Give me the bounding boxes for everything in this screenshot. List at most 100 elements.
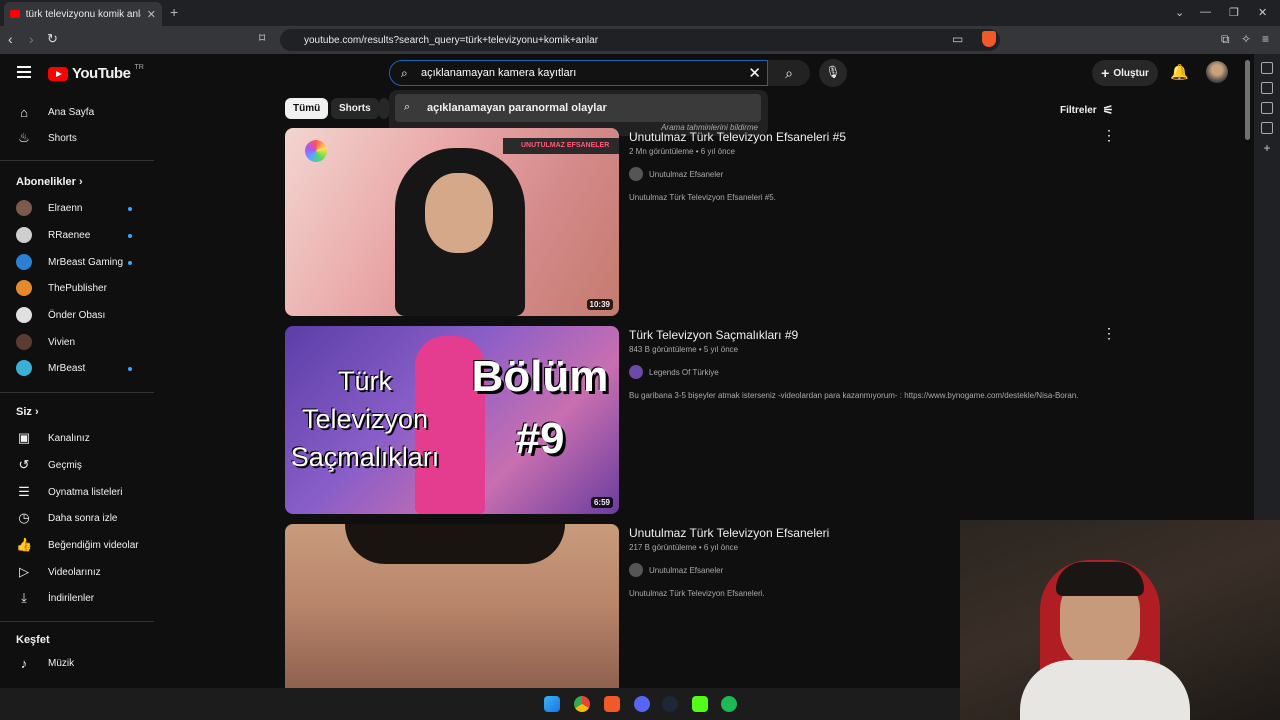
close-tab-icon[interactable]: ✕ [147,8,156,21]
chip-shorts[interactable]: Shorts [331,98,379,119]
clock-icon: ◷ [18,510,30,525]
video-thumbnail[interactable]: Türk Televizyon Saçmalıkları Bölüm #9 6:… [285,326,619,514]
browser-tabbar: türk televizyonu komik anlar - Yo ✕ + ⌄ … [0,0,1280,26]
restore-icon[interactable]: ❐ [1229,6,1239,19]
sidebar-leo-icon[interactable] [1261,62,1273,74]
youtube-logo[interactable]: YouTube TR [48,64,144,82]
sidebar-item-label: Videolarınız [48,566,101,578]
minimize-icon[interactable]: — [1200,6,1211,18]
search-button[interactable]: ⌕ [768,60,810,86]
video-title[interactable]: Türk Televizyon Saçmalıkları #9 [629,328,798,342]
tab-search-icon[interactable]: ⌄ [1175,6,1184,19]
sidebar-sub-thepublisher[interactable]: ThePublisher [16,277,107,299]
windows-start-icon[interactable] [544,696,560,712]
taskbar [0,688,960,720]
menu-icon[interactable]: ≡ [1262,32,1269,46]
sidebar-item-label: Beğendiğim videolar [48,539,139,551]
discord-icon[interactable] [634,696,650,712]
video-thumbnail[interactable] [285,524,619,688]
sidebar-sub-mrbeast-gaming[interactable]: MrBeast Gaming [16,251,123,273]
steam-icon[interactable] [662,696,678,712]
bookmark-icon[interactable]: ⌑ [259,31,265,45]
cast-icon[interactable]: ▭ [952,32,963,46]
create-button[interactable]: + Oluştur [1092,60,1158,86]
sidebar-item-watch-later[interactable]: ◷ Daha sonra izle [16,507,117,529]
window-close-icon[interactable]: ✕ [1258,6,1267,19]
you-heading[interactable]: Siz › [16,406,39,418]
sidebar-item-label: Müzik [48,657,75,669]
brave-shield-icon[interactable] [982,31,996,47]
chrome-icon[interactable] [574,696,590,712]
video-icon: ▷ [19,564,29,579]
video-thumbnail[interactable]: UNUTULMAZ EFSANELER 10:39 [285,128,619,316]
tab-title: türk televizyonu komik anlar - Yo [25,8,141,20]
kick-icon[interactable] [692,696,708,712]
chip-all[interactable]: Tümü [285,98,329,119]
sidebar-item-your-videos[interactable]: ▷ Videolarınız [16,561,101,583]
sidebar-sub-vivien[interactable]: Vivien [16,331,75,353]
sidebar-item-liked-videos[interactable]: 👍 Beğendiğim videolar [16,534,139,556]
sidebar-add-icon[interactable]: + [1261,142,1273,154]
sidebar-divider [0,160,154,161]
guide-menu-icon[interactable] [17,66,31,81]
extensions-icon[interactable]: ⧉ [1221,32,1230,47]
chip-partial[interactable] [379,98,389,119]
more-actions-icon[interactable]: ⋮ [1102,127,1116,144]
scrollbar[interactable] [1245,60,1250,140]
new-tab-icon[interactable]: + [170,4,178,20]
reload-icon[interactable]: ↻ [47,31,58,47]
sidebar-item-label: Kanalınız [48,432,90,444]
subscriptions-heading[interactable]: Abonelikler › [16,176,83,188]
sidebar-item-history[interactable]: ↺ Geçmiş [16,454,82,476]
channel-name: Unutulmaz Efsaneler [649,565,724,575]
channel-icon: ▣ [17,430,31,445]
notifications-bell-icon[interactable]: 🔔 [1170,63,1189,81]
video-channel[interactable]: Legends Of Türkiye [629,365,719,379]
sidebar-sub-elraenn[interactable]: Elraenn [16,197,82,219]
sidebar-item-music[interactable]: ♪ Müzik [16,652,74,674]
sidebar-sub-onder-obasi[interactable]: Önder Obası [16,304,105,326]
sidebar-item-playlists[interactable]: ☰ Oynatma listeleri [16,481,122,503]
browser-sidebar: + [1254,54,1280,520]
thumb-face [425,173,493,253]
filters-button[interactable]: Filtreler ⚟ [1060,103,1113,117]
sidebar-item-shorts[interactable]: ♨ Shorts [16,127,77,149]
video-channel[interactable]: Unutulmaz Efsaneler [629,563,723,577]
filters-label: Filtreler [1060,104,1097,116]
sidebar-reading-list-icon[interactable] [1261,122,1273,134]
sidebar-item-your-channel[interactable]: ▣ Kanalınız [16,427,90,449]
spotify-icon[interactable] [721,696,737,712]
back-icon[interactable]: ‹ [8,31,13,47]
channel-name: Unutulmaz Efsaneler [649,169,724,179]
video-title[interactable]: Unutulmaz Türk Televizyon Efsaneleri [629,526,829,540]
search-icon: ⌕ [401,66,408,80]
streamer-hair [1056,562,1144,596]
avatar[interactable] [1206,61,1228,83]
brave-icon[interactable] [604,696,620,712]
forward-icon[interactable]: › [29,31,34,47]
channel-avatar [16,200,32,216]
more-actions-icon[interactable]: ⋮ [1102,325,1116,342]
address-bar[interactable]: youtube.com/results?search_query=türk+te… [280,29,1000,51]
suggestion-item[interactable]: ⌕ açıklanamayan paranormal olaylar [395,94,761,122]
clear-search-icon[interactable]: ✕ [748,64,761,82]
youtube-play-icon [48,66,68,81]
like-icon: 👍 [16,537,33,552]
sidebar-item-label: Ana Sayfa [48,106,95,118]
video-title[interactable]: Unutulmaz Türk Televizyon Efsaneleri #5 [629,130,846,144]
sidebar-bookmarks-icon[interactable] [1261,102,1273,114]
sidebar-sub-mrbeast[interactable]: MrBeast [16,357,85,379]
leo-icon[interactable]: ✧ [1241,32,1251,46]
browser-tab[interactable]: türk televizyonu komik anlar - Yo ✕ [4,2,162,26]
search-input[interactable]: ⌕ açıklanamayan kamera kayıtları ✕ [389,60,768,86]
video-meta: 2 Mn görüntüleme • 6 yıl önce [629,147,735,156]
video-channel[interactable]: Unutulmaz Efsaneler [629,167,723,181]
sidebar-item-home[interactable]: ⌂ Ana Sayfa [16,101,94,123]
duration-badge: 10:39 [586,299,613,310]
sidebar-item-downloads[interactable]: ⤓ İndirilenler [16,587,94,609]
sidebar-item-label: Daha sonra izle [48,512,118,524]
sidebar-sub-rraenee[interactable]: RRaenee [16,224,90,246]
sidebar-wallet-icon[interactable] [1261,82,1273,94]
you-heading-text: Siz [16,406,32,418]
voice-search-button[interactable]: 🎙 [819,59,847,87]
